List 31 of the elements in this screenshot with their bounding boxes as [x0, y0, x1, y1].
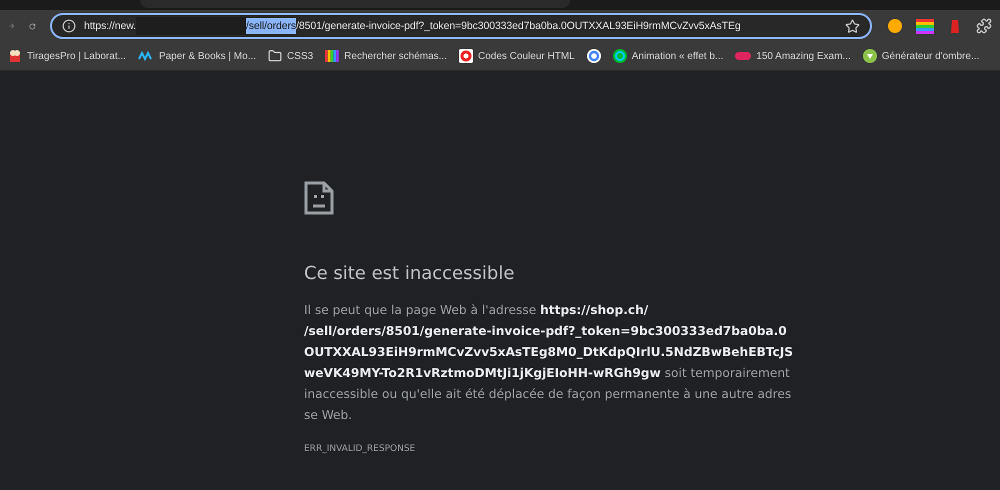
- url-text: /8501/generate-invoice-pdf?_token=9bc300333ed7ba0ba.0OUTXXAL93EiH9rmMCvZvv5xAsTEg: [296, 19, 741, 34]
- folder-icon: [268, 49, 282, 63]
- selected-url-text: /sell/orders: [246, 18, 296, 34]
- extension-icon[interactable]: [886, 17, 904, 35]
- shield-icon: [862, 49, 877, 63]
- c-icon: [612, 49, 627, 63]
- sad-page-icon: [304, 181, 334, 215]
- bookmark-item[interactable]: Animation « effet b...: [612, 49, 724, 63]
- info-icon[interactable]: [62, 19, 76, 33]
- bookmark-item[interactable]: TiragesPro | Laborat...: [8, 49, 126, 63]
- bookmark-item[interactable]: Générateur d'ombre...: [862, 49, 980, 63]
- popcorn-icon: [8, 49, 22, 63]
- extension-icon[interactable]: [916, 17, 934, 35]
- ring-icon: [459, 49, 473, 63]
- bookmark-item[interactable]: CSS3: [268, 49, 314, 63]
- google-icon: [586, 49, 601, 63]
- error-code: ERR_INVALID_RESPONSE: [304, 444, 416, 454]
- bookmark-star-icon[interactable]: [845, 18, 860, 34]
- bookmark-item[interactable]: Paper & Books | Mo...: [138, 50, 256, 62]
- address-bar[interactable]: https://new. /sell/orders/8501/generate-invoice-pdf?_token=9bc300333ed7ba0ba.0OUTXXAL93EiH9rmMCvZvv5xAsTEg: [50, 13, 872, 39]
- wave-icon: [138, 51, 154, 61]
- stripes-icon: [325, 49, 340, 63]
- bookmark-item[interactable]: Rechercher schémas...: [325, 49, 447, 63]
- bookmark-item[interactable]: Codes Couleur HTML: [459, 49, 575, 63]
- pill-icon: [735, 51, 752, 61]
- url-text: https://new.: [84, 19, 136, 34]
- error-title: Ce site est inaccessible: [304, 263, 516, 284]
- bookmark-item[interactable]: 150 Amazing Exam...: [735, 50, 851, 62]
- error-message: Il se peut que la page Web à l'adresse https://shop.ch/ /sell/orders/8501/generate-invoice-pdf?_token=9bc300333ed7ba0ba.0OUTXXAL93EiH9rmMCvZvv5xAsTEg8M0_DtKdpQIrlU.5NdZBwBehEBTcJSweVK49MY-To2R1vRztmoDMtJi1jKgjEIoHH-wRGh9gw soit temporairement inaccessible ou qu'elle ait été déplacée de façon permanente à une autre adresse Web.: [304, 302, 794, 424]
- extensions-icon[interactable]: [976, 18, 992, 34]
- bookmark-item[interactable]: [586, 49, 601, 63]
